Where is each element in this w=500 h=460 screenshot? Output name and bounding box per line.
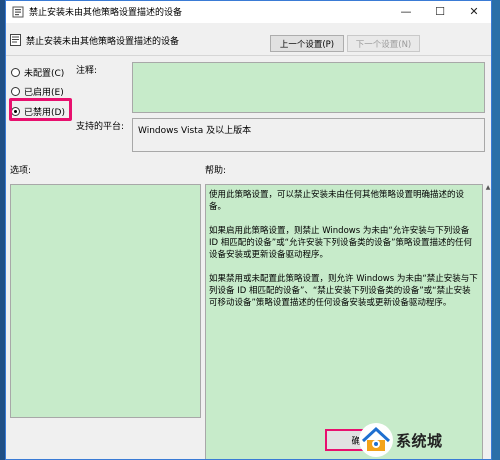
platform-label: 支持的平台: [76, 122, 125, 132]
policy-header: 禁止安装未由其他策略设置描述的设备 上一个设置(P) 下一个设置(N) [6, 27, 491, 53]
radio-label: 已启用(E) [24, 88, 64, 98]
house-logo-icon [359, 423, 393, 457]
help-paragraph: 如果启用此策略设置，则禁止 Windows 为未由“允许安装与下列设备 ID 相… [209, 226, 472, 260]
watermark-text: 系统城 [396, 431, 443, 450]
close-button[interactable]: ✕ [457, 1, 491, 23]
policy-setting-icon [10, 34, 21, 46]
options-panel [10, 184, 201, 418]
help-panel[interactable]: 使用此策略设置，可以禁止安装未由任何其他策略设置明确描述的设备。 如果启用此策略… [205, 184, 483, 459]
site-watermark: 系统城 [358, 420, 500, 460]
options-label: 选项: [10, 166, 32, 176]
help-paragraph: 使用此策略设置，可以禁止安装未由任何其他策略设置明确描述的设备。 [209, 190, 465, 212]
policy-title: 禁止安装未由其他策略设置描述的设备 [26, 37, 180, 47]
help-paragraph: 如果禁用或未配置此策略设置，则允许 Windows 为未由“禁止安装与下列设备 … [209, 274, 478, 308]
maximize-button[interactable]: ☐ [423, 1, 457, 23]
policy-dialog: 禁止安装未由其他策略设置描述的设备 — ☐ ✕ 禁止安装未由其他策略设置描述的设… [5, 0, 492, 460]
comment-label: 注释: [76, 66, 98, 76]
radio-circle[interactable] [11, 68, 20, 77]
selection-highlight-annotation [9, 98, 72, 121]
header-divider [6, 55, 491, 56]
title-bar: 禁止安装未由其他策略设置描述的设备 — ☐ ✕ [6, 1, 491, 23]
radio-label: 未配置(C) [24, 69, 65, 79]
scroll-up-arrow-icon[interactable]: ▲ [484, 184, 491, 194]
previous-setting-button[interactable]: 上一个设置(P) [270, 35, 344, 52]
radio-enabled[interactable]: 已启用(E) [11, 85, 64, 98]
help-label: 帮助: [205, 166, 227, 176]
radio-circle[interactable] [11, 87, 20, 96]
next-setting-button[interactable]: 下一个设置(N) [347, 35, 420, 52]
window-title: 禁止安装未由其他策略设置描述的设备 [29, 8, 183, 18]
policy-app-icon [12, 6, 24, 17]
minimize-button[interactable]: — [389, 1, 423, 23]
comment-textarea[interactable] [132, 62, 485, 113]
radio-not-configured[interactable]: 未配置(C) [11, 66, 64, 79]
supported-platform-field: Windows Vista 及以上版本 [132, 118, 485, 152]
